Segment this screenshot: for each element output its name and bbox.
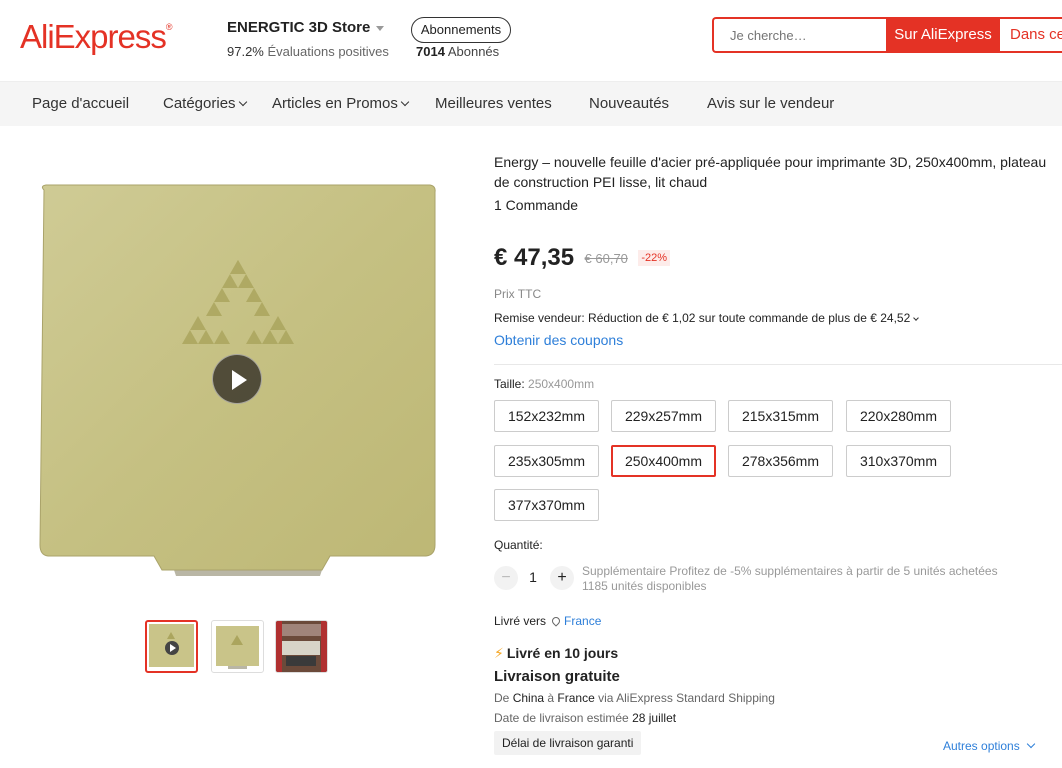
current-price: € 47,35 [494, 244, 575, 271]
product-gallery [30, 170, 450, 590]
store-rating: 97.2% Évaluations positives [227, 44, 389, 59]
location-pin-icon [550, 615, 562, 627]
thumbnail-video[interactable] [145, 620, 198, 673]
more-shipping-options-link[interactable]: Autres options [943, 739, 1035, 753]
quantity-promo: Supplémentaire Profitez de -5% supplémen… [582, 564, 998, 578]
ship-to: Livré vers France [494, 614, 602, 628]
estimated-delivery: Date de livraison estimée 28 juillet [494, 711, 677, 725]
search-store-button[interactable]: Dans ce [1000, 17, 1062, 53]
chevron-down-icon [913, 315, 920, 321]
chevron-down-icon [1026, 739, 1035, 749]
quantity-value[interactable]: 1 [524, 569, 542, 585]
follow-button[interactable]: Abonnements [411, 17, 511, 43]
size-option[interactable]: 215x315mm [728, 400, 833, 432]
size-label: Taille: 250x400mm [494, 377, 595, 391]
size-option[interactable]: 220x280mm [846, 400, 951, 432]
discount-badge: -22% [638, 250, 671, 266]
play-icon [165, 641, 179, 655]
quantity-label: Quantité: [494, 538, 543, 552]
thumbnail-image [276, 621, 327, 672]
nav-item-reviews[interactable]: Avis sur le vendeur [707, 95, 834, 112]
chevron-down-icon [400, 97, 410, 107]
size-option[interactable]: 278x356mm [728, 445, 833, 477]
play-video-button[interactable] [212, 354, 262, 404]
chevron-down-icon [238, 97, 247, 107]
price-note: Prix TTC [494, 287, 542, 301]
divider [494, 364, 1062, 365]
get-coupons-link[interactable]: Obtenir des coupons [494, 332, 623, 348]
nav-item-categories[interactable]: Catégories [163, 95, 247, 112]
size-option[interactable]: 310x370mm [846, 445, 951, 477]
store-nav: Page d'accueil Catégories Articles en Pr… [0, 82, 1062, 126]
search-box [712, 17, 886, 53]
quantity-info: Supplémentaire Profitez de -5% supplémen… [582, 564, 998, 594]
size-option[interactable]: 229x257mm [611, 400, 716, 432]
store-name[interactable]: ENERGTIC 3D Store [227, 19, 385, 36]
thumbnail-plate[interactable] [211, 620, 264, 673]
search-aliexpress-button[interactable]: Sur AliExpress [886, 17, 1000, 53]
product-title: Energy – nouvelle feuille d'acier pré-ap… [494, 154, 1047, 190]
guaranteed-delivery-badge: Délai de livraison garanti [494, 731, 642, 755]
size-option-selected[interactable]: 250x400mm [611, 445, 716, 477]
shipping-route: De China à France via AliExpress Standar… [494, 691, 775, 705]
product-info: Energy – nouvelle feuille d'acier pré-ap… [494, 152, 1062, 213]
followers-count: 7014 Abonnés [416, 44, 500, 59]
delivery-time: ⚡ Livré en 10 jours [494, 645, 619, 661]
orders-count: 1 Commande [494, 197, 579, 213]
fast-delivery-icon: ⚡ [494, 645, 504, 661]
price-row: € 47,35 € 60,70 -22% [494, 244, 671, 272]
quantity-increase-button[interactable]: + [550, 566, 574, 590]
nav-item-best-sellers[interactable]: Meilleures ventes [435, 95, 552, 112]
original-price: € 60,70 [584, 250, 628, 266]
thumbnail-image [216, 626, 259, 669]
header: AliExpress® ENERGTIC 3D Store 97.2% Éval… [0, 0, 1062, 82]
size-option[interactable]: 152x232mm [494, 400, 599, 432]
seller-discount[interactable]: Remise vendeur: Réduction de € 1,02 sur … [494, 311, 920, 325]
quantity-decrease-button[interactable]: − [494, 566, 518, 590]
aliexpress-logo[interactable]: AliExpress® [20, 18, 172, 56]
search-input[interactable] [714, 19, 886, 51]
thumbnail-printer[interactable] [275, 620, 328, 673]
nav-item-home[interactable]: Page d'accueil [32, 95, 129, 112]
size-option[interactable]: 235x305mm [494, 445, 599, 477]
chevron-down-icon [376, 25, 385, 31]
nav-item-promos[interactable]: Articles en Promos [272, 95, 410, 112]
size-option[interactable]: 377x370mm [494, 489, 599, 521]
quantity-available: 1185 unités disponibles [582, 579, 707, 593]
ship-to-country-link[interactable]: France [564, 614, 601, 628]
free-shipping: Livraison gratuite [494, 668, 620, 685]
nav-item-new[interactable]: Nouveautés [589, 95, 669, 112]
